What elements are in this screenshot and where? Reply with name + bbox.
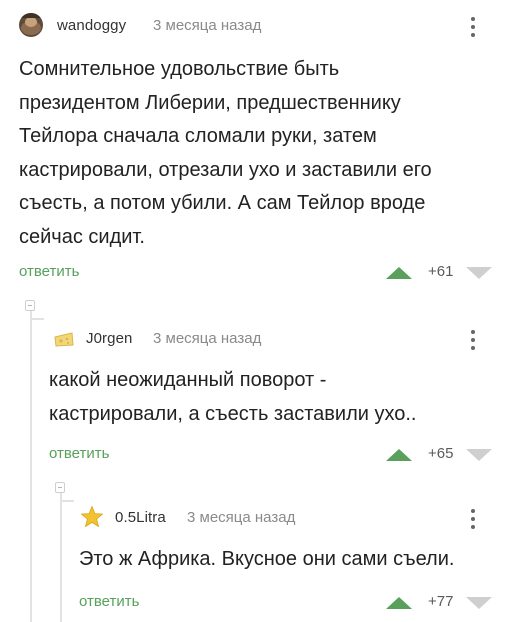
timestamp: 3 месяца назад <box>153 17 262 34</box>
username[interactable]: J0rgen <box>86 330 132 347</box>
avatar[interactable] <box>19 13 43 37</box>
downvote-icon[interactable] <box>466 449 492 461</box>
username[interactable]: 0.5Litra <box>115 509 166 526</box>
avatar-cheese-icon <box>52 327 76 351</box>
comment-line: кастрировали, а съесть заставили ухо.. <box>49 402 417 425</box>
comment-body: какой неожиданный поворот - кастрировали… <box>49 364 499 431</box>
timestamp: 3 месяца назад <box>187 509 296 526</box>
comment-line: президентом Либерии, предшественнику <box>19 91 401 114</box>
reply-button[interactable]: ответить <box>79 593 139 610</box>
comment-line: кастрировали, отрезали ухо и заставили е… <box>19 158 432 181</box>
reply-button[interactable]: ответить <box>19 263 79 280</box>
username[interactable]: wandoggy <box>57 17 126 34</box>
comment-line: съесть, а потом убили. А сам Тейлор врод… <box>19 192 426 214</box>
timestamp: 3 месяца назад <box>153 330 262 347</box>
comment-line: какой неожиданный поворот - <box>49 369 327 391</box>
more-vert-icon[interactable] <box>470 509 476 529</box>
thread-connector <box>60 500 74 502</box>
avatar-photo-icon <box>19 13 43 37</box>
star-icon[interactable] <box>80 505 104 529</box>
downvote-icon[interactable] <box>466 267 492 279</box>
more-vert-icon[interactable] <box>470 17 476 37</box>
more-vert-icon[interactable] <box>470 330 476 350</box>
avatar[interactable] <box>52 327 76 351</box>
comment-line: сейчас сидит. <box>19 225 145 248</box>
downvote-icon[interactable] <box>466 597 492 609</box>
thread-line <box>30 300 32 622</box>
upvote-icon[interactable] <box>386 597 412 609</box>
comment-body: Это ж Африка. Вкусное они сами съели. <box>79 543 504 577</box>
comment-body: Сомнительное удовольствие быть президент… <box>19 53 499 254</box>
upvote-icon[interactable] <box>386 449 412 461</box>
rating-score: +65 <box>428 445 454 462</box>
comment-line: Сомнительное удовольствие быть <box>19 58 340 80</box>
upvote-icon[interactable] <box>386 267 412 279</box>
collapse-icon[interactable] <box>25 300 35 311</box>
thread-connector <box>30 318 44 320</box>
reply-button[interactable]: ответить <box>49 445 109 462</box>
thread-line <box>60 482 62 622</box>
rating-score: +77 <box>428 593 454 610</box>
comment-line: Тейлора сначала сломали руки, затем <box>19 125 377 147</box>
comment-line: Это ж Африка. Вкусное они сами съели. <box>79 548 455 570</box>
collapse-icon[interactable] <box>55 482 65 493</box>
rating-score: +61 <box>428 263 454 280</box>
